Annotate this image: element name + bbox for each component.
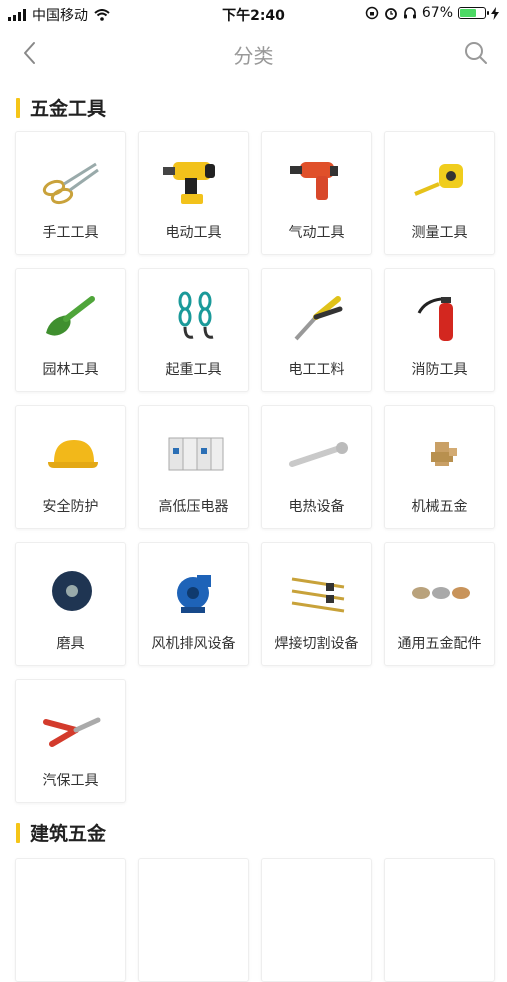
category-label: 手工工具	[42, 225, 99, 241]
category-card-welding-cutting[interactable]: 焊接切割设备	[261, 542, 372, 666]
category-card-safety-protection[interactable]: 安全防护	[15, 405, 126, 529]
air-wrench-icon	[290, 162, 338, 200]
category-label: 安全防护	[42, 499, 99, 515]
scissors-icon	[42, 162, 99, 205]
lifting-hook-icon	[178, 291, 214, 339]
status-right: 67%	[365, 5, 499, 21]
category-card-electrician-tools[interactable]: 电工工料	[261, 268, 372, 392]
alarm-icon	[384, 8, 397, 20]
blower-fan-icon	[177, 575, 211, 613]
section-accent-bar	[16, 822, 20, 843]
search-icon[interactable]	[463, 40, 489, 66]
section-title-text: 五金工具	[30, 98, 107, 120]
status-bar: 中国移动 下午2:40 67%	[0, 0, 507, 28]
category-label: 电热设备	[288, 499, 345, 515]
category-label: 汽保工具	[42, 773, 99, 789]
category-card-garden-tools[interactable]: 园林工具	[15, 268, 126, 392]
lock-rotation-icon	[365, 6, 379, 20]
headphones-icon	[403, 7, 416, 19]
charging-icon	[491, 6, 499, 20]
hard-hat-icon	[48, 440, 98, 468]
category-label: 磨具	[56, 636, 85, 652]
section-accent-bar	[16, 97, 20, 118]
category-card-abrasives[interactable]: 磨具	[15, 542, 126, 666]
category-card-lifting-tools[interactable]: 起重工具	[138, 268, 249, 392]
battery-percent: 67%	[421, 5, 453, 21]
fire-extinguisher-icon	[417, 297, 453, 341]
category-card-auto-maintenance-tools[interactable]: 汽保工具	[15, 679, 126, 803]
grinding-disc-icon	[52, 571, 92, 611]
crimping-pliers-icon	[43, 717, 101, 747]
section-title-hardware-tools: 五金工具	[16, 94, 106, 121]
nav-bar: 分类	[0, 28, 507, 78]
page-title: 分类	[233, 44, 274, 68]
category-card-power-tools[interactable]: 电动工具	[138, 131, 249, 255]
category-card[interactable]	[15, 858, 126, 982]
category-label: 气动工具	[288, 225, 345, 241]
pliers-icon	[294, 296, 343, 341]
tape-measure-icon	[414, 164, 463, 196]
heating-rod-icon	[289, 442, 348, 467]
category-card-hand-tools[interactable]: 手工工具	[15, 131, 126, 255]
category-card-ventilation-fans[interactable]: 风机排风设备	[138, 542, 249, 666]
category-card[interactable]	[384, 858, 495, 982]
battery-icon	[458, 7, 489, 19]
category-label: 焊接切割设备	[274, 636, 359, 652]
drill-icon	[163, 162, 215, 204]
category-card-electrical-appliances[interactable]: 高低压电器	[138, 405, 249, 529]
brass-fitting-icon	[431, 442, 457, 466]
trowel-icon	[46, 296, 95, 336]
welding-torch-icon	[291, 577, 345, 613]
category-label: 高低压电器	[158, 499, 229, 515]
section-title-building-hardware: 建筑五金	[16, 819, 106, 846]
circuit-breaker-icon	[168, 437, 224, 471]
category-card-electric-heating[interactable]: 电热设备	[261, 405, 372, 529]
category-label: 起重工具	[165, 362, 222, 378]
category-label: 测量工具	[411, 225, 468, 241]
category-card-general-hardware-parts[interactable]: 通用五金配件	[384, 542, 495, 666]
section-title-text: 建筑五金	[30, 823, 107, 845]
category-card-measuring-tools[interactable]: 测量工具	[384, 131, 495, 255]
category-label: 风机排风设备	[151, 636, 236, 652]
category-label: 机械五金	[411, 499, 468, 515]
category-card-mechanical-hardware[interactable]: 机械五金	[384, 405, 495, 529]
category-label: 通用五金配件	[397, 636, 482, 652]
category-label: 电工工料	[288, 362, 345, 378]
category-label: 消防工具	[411, 362, 468, 378]
category-card-fire-tools[interactable]: 消防工具	[384, 268, 495, 392]
category-card-pneumatic-tools[interactable]: 气动工具	[261, 131, 372, 255]
category-label: 电动工具	[165, 225, 222, 241]
category-card[interactable]	[261, 858, 372, 982]
category-label: 园林工具	[42, 362, 99, 378]
metal-caps-icon	[412, 587, 470, 599]
category-card[interactable]	[138, 858, 249, 982]
